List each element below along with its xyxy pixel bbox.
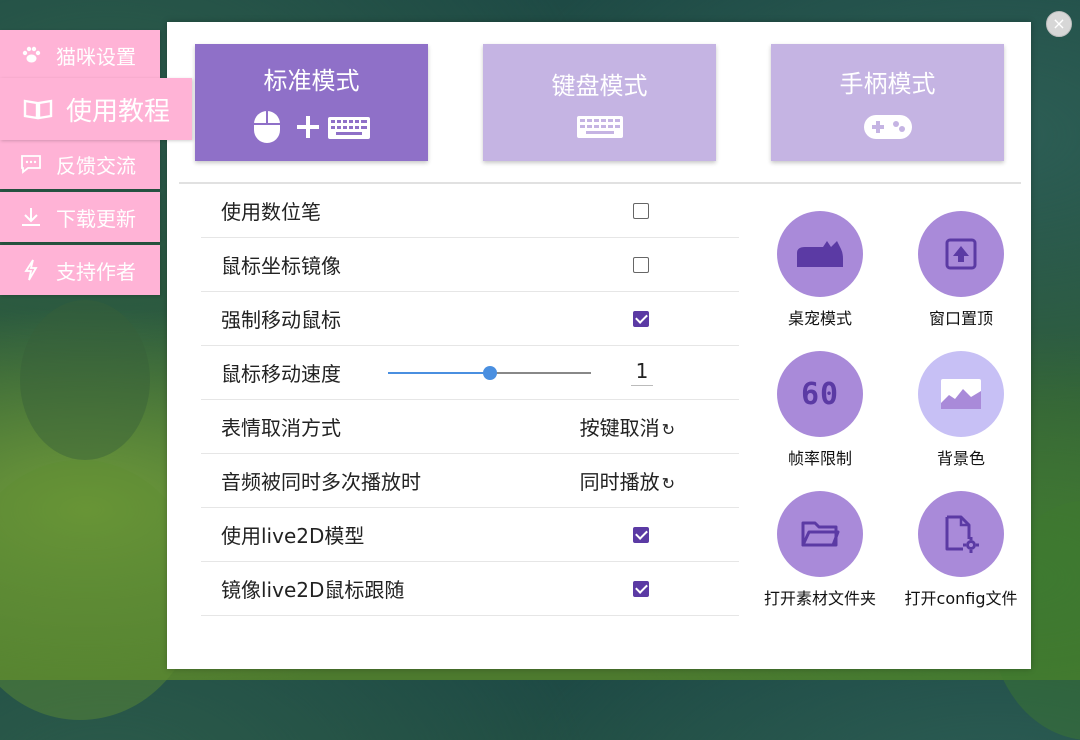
background-foliage [20, 300, 150, 460]
setting-label: 使用数位笔 [221, 200, 321, 224]
sidebar-item-download-update[interactable]: 下载更新 [0, 192, 160, 242]
setting-label: 鼠标移动速度 [221, 362, 341, 386]
mode-label: 标准模式 [263, 67, 360, 95]
setting-label: 强制移动鼠标 [221, 308, 341, 332]
setting-label: 表情取消方式 [221, 416, 341, 440]
sidebar-item-label: 猫咪设置 [56, 44, 136, 69]
pin-top-icon [945, 238, 977, 270]
close-icon: × [1052, 14, 1066, 33]
sidebar-item-label: 支持作者 [56, 259, 136, 284]
toggle-value: 同时播放 [579, 470, 660, 494]
mode-button-standard[interactable]: 标准模式 [195, 44, 428, 161]
tool-label: 窗口置顶 [928, 309, 993, 328]
mouse-plus-keyboard-icon [253, 111, 370, 143]
image-landscape-icon [941, 379, 981, 409]
background-color-button[interactable]: 背景色 [897, 351, 1025, 469]
setting-label: 鼠标坐标镜像 [221, 254, 341, 278]
tool-circle [918, 211, 1004, 297]
chat-icon [18, 154, 44, 174]
tool-label: 背景色 [936, 449, 985, 468]
tool-label: 打开config文件 [904, 589, 1018, 608]
mouse-speed-slider[interactable] [388, 365, 591, 380]
live2d-checkbox[interactable] [633, 526, 649, 543]
open-assets-folder-button[interactable]: 打开素材文件夹 [756, 491, 884, 609]
settings-panel: 标准模式 键盘模式 手柄模式 使用数位笔 鼠标坐标镜像 强制移动鼠标 鼠标移动速… [167, 22, 1031, 669]
file-settings-icon [945, 515, 979, 553]
force-move-mouse-checkbox[interactable] [633, 310, 649, 327]
book-icon [22, 98, 54, 120]
setting-row-mouse-mirror: 鼠标坐标镜像 [201, 238, 739, 292]
mode-label: 手柄模式 [839, 70, 936, 98]
mode-button-keyboard[interactable]: 键盘模式 [483, 44, 716, 161]
window-on-top-button[interactable]: 窗口置顶 [897, 211, 1025, 329]
frame-rate-limit-button[interactable]: 60 帧率限制 [756, 351, 884, 469]
lightning-icon [18, 259, 44, 281]
paw-icon [18, 46, 44, 64]
setting-label: 镜像live2D鼠标跟随 [221, 578, 405, 602]
gamepad-icon [863, 115, 912, 139]
audio-overlap-toggle[interactable]: 同时播放 ↻ [580, 466, 675, 495]
sidebar-item-label: 下载更新 [56, 206, 136, 231]
tool-circle [777, 211, 863, 297]
slider-thumb[interactable] [482, 365, 497, 380]
desktop-pet-mode-button[interactable]: 桌宠模式 [756, 211, 884, 329]
sidebar-item-cat-settings[interactable]: 猫咪设置 [0, 30, 160, 80]
sidebar-item-tutorial[interactable]: 使用教程 [0, 78, 192, 140]
mouse-speed-value[interactable]: 1 [631, 359, 653, 386]
tool-circle [918, 491, 1004, 577]
close-button[interactable]: × [1046, 11, 1072, 37]
setting-row-audio-overlap: 音频被同时多次播放时 同时播放 ↻ [201, 454, 739, 508]
setting-row-emote-cancel: 表情取消方式 按键取消 ↻ [201, 400, 739, 454]
mode-button-gamepad[interactable]: 手柄模式 [771, 44, 1004, 161]
sidebar-item-label: 反馈交流 [56, 153, 136, 178]
sidebar-item-support-author[interactable]: 支持作者 [0, 245, 160, 295]
tool-circle: 60 [777, 351, 863, 437]
mode-label: 键盘模式 [551, 72, 648, 100]
tool-circle [918, 351, 1004, 437]
open-config-file-button[interactable]: 打开config文件 [897, 491, 1025, 609]
sidebar-item-label: 使用教程 [66, 96, 171, 127]
tool-label: 桌宠模式 [787, 309, 852, 328]
setting-row-digital-pen: 使用数位笔 [201, 184, 739, 238]
tool-circle [777, 491, 863, 577]
setting-row-mouse-speed: 鼠标移动速度 1 [201, 346, 739, 400]
tool-label: 打开素材文件夹 [763, 589, 876, 608]
download-icon [18, 206, 44, 228]
toggle-value: 按键取消 [579, 416, 660, 440]
setting-row-force-move-mouse: 强制移动鼠标 [201, 292, 739, 346]
sidebar-item-feedback[interactable]: 反馈交流 [0, 139, 160, 189]
setting-row-live2d-mirror: 镜像live2D鼠标跟随 [201, 562, 739, 616]
fps-60-icon: 60 [800, 376, 840, 412]
slider-fill [388, 371, 490, 374]
mouse-mirror-checkbox[interactable] [633, 256, 649, 273]
emote-cancel-toggle[interactable]: 按键取消 ↻ [580, 412, 675, 441]
digital-pen-checkbox[interactable] [633, 202, 649, 219]
cycle-icon: ↻ [661, 474, 675, 493]
setting-row-live2d: 使用live2D模型 [201, 508, 739, 562]
setting-label: 音频被同时多次播放时 [221, 470, 421, 494]
cat-silhouette-icon [797, 241, 843, 267]
live2d-mirror-checkbox[interactable] [633, 580, 649, 597]
cycle-icon: ↻ [661, 420, 675, 439]
tool-label: 帧率限制 [787, 449, 852, 468]
folder-icon [801, 521, 840, 547]
setting-label: 使用live2D模型 [221, 524, 365, 548]
keyboard-icon [576, 116, 623, 138]
